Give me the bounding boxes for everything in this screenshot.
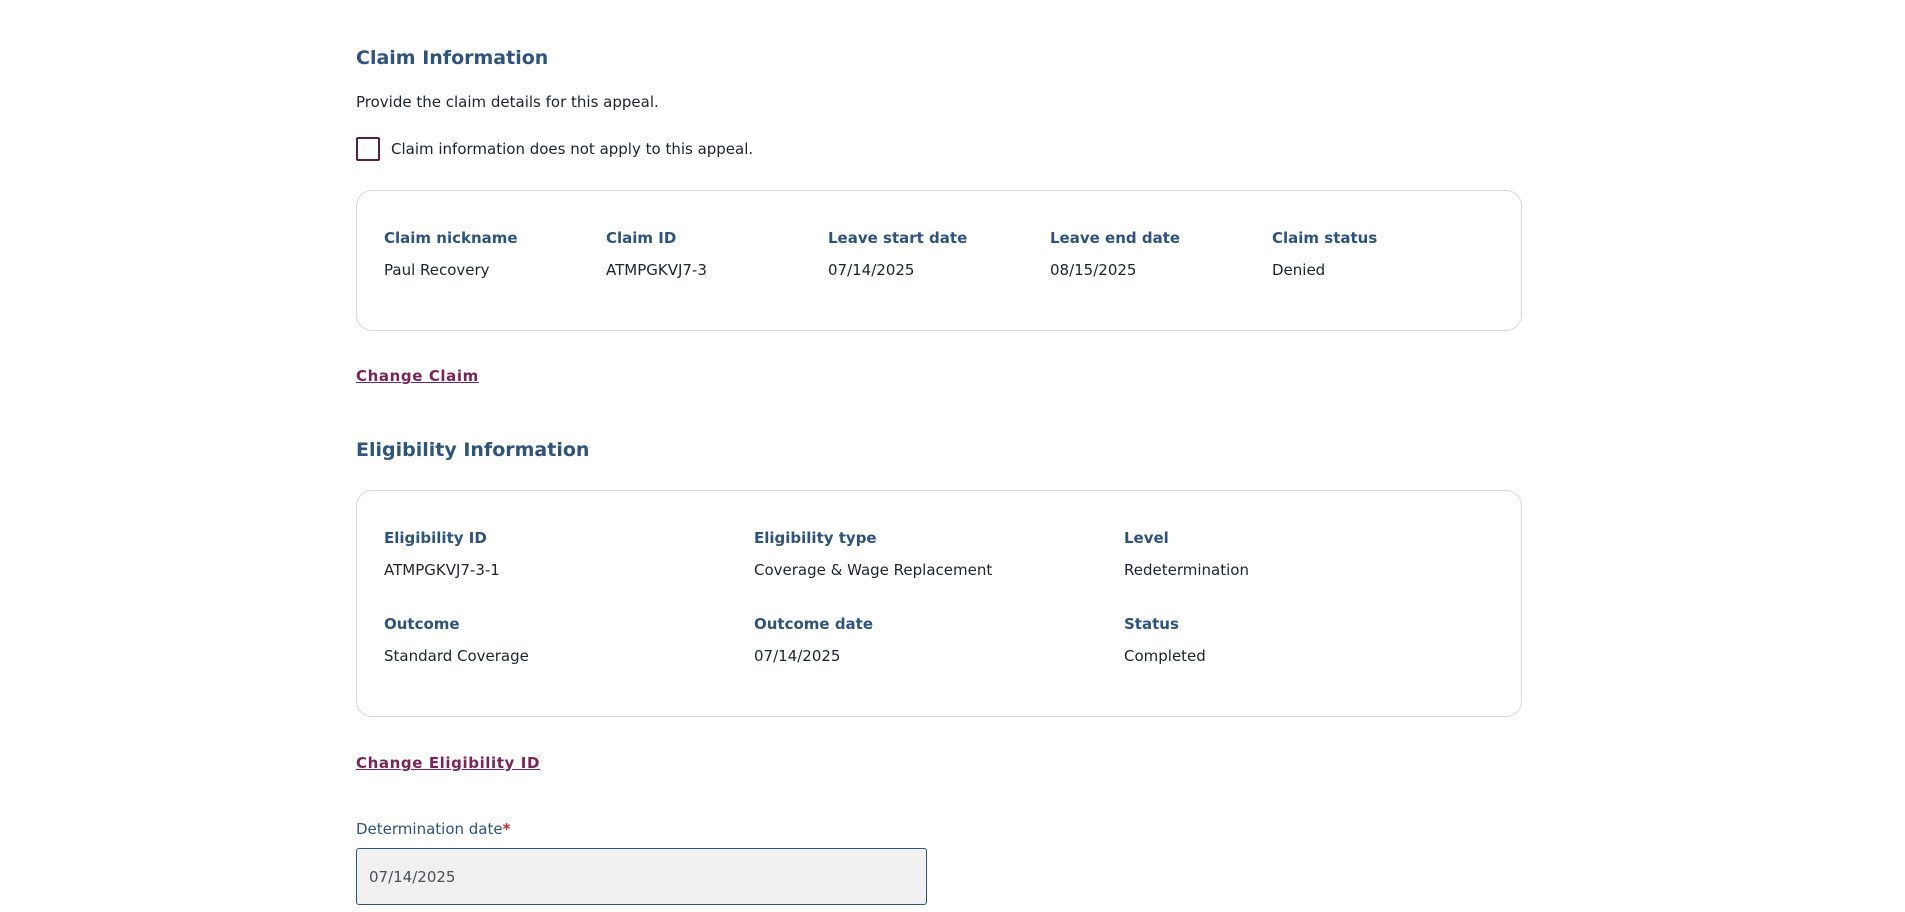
determination-date-label-text: Determination date (356, 820, 503, 838)
eligibility-type-value: Coverage & Wage Replacement (754, 561, 993, 579)
eligibility-id-label: Eligibility ID (384, 529, 487, 547)
leave-end-date-label: Leave end date (1050, 229, 1181, 247)
level-value: Redetermination (1124, 561, 1249, 579)
eligibility-id-value: ATMPGKVJ7-3-1 (384, 561, 500, 579)
outcome-value: Standard Coverage (384, 647, 529, 665)
claim-information-heading: Claim Information (356, 47, 549, 69)
eligibility-type-label: Eligibility type (754, 529, 877, 547)
claim-not-applicable-checkbox[interactable] (356, 137, 380, 161)
outcome-date-field: Outcome date 07/14/2025 (754, 615, 873, 665)
eligibility-details-card: Eligibility ID ATMPGKVJ7-3-1 Eligibility… (356, 490, 1522, 717)
outcome-date-label: Outcome date (754, 615, 874, 633)
claim-not-applicable-label[interactable]: Claim information does not apply to this… (391, 140, 753, 158)
claim-id-label: Claim ID (606, 229, 677, 247)
claim-status-label: Claim status (1272, 229, 1378, 247)
claim-id-value: ATMPGKVJ7-3 (606, 261, 707, 279)
eligibility-id-field: Eligibility ID ATMPGKVJ7-3-1 (384, 529, 500, 579)
level-label: Level (1124, 529, 1169, 547)
required-marker: * (502, 820, 511, 838)
eligibility-type-field: Eligibility type Coverage & Wage Replace… (754, 529, 992, 579)
leave-end-date-value: 08/15/2025 (1050, 261, 1137, 279)
claim-nickname-value: Paul Recovery (384, 261, 490, 279)
claim-nickname-label: Claim nickname (384, 229, 518, 247)
status-value: Completed (1124, 647, 1206, 665)
status-field: Status Completed (1124, 615, 1206, 665)
level-field: Level Redetermination (1124, 529, 1249, 579)
claim-nickname-field: Claim nickname Paul Recovery (384, 229, 518, 279)
determination-date-label: Determination date* (356, 820, 510, 838)
leave-start-date-field: Leave start date 07/14/2025 (828, 229, 967, 279)
leave-start-date-label: Leave start date (828, 229, 968, 247)
outcome-field: Outcome Standard Coverage (384, 615, 529, 665)
change-claim-link[interactable]: Change Claim (356, 367, 479, 385)
determination-date-input[interactable] (356, 848, 927, 905)
claim-intro-text: Provide the claim details for this appea… (356, 93, 659, 111)
claim-id-field: Claim ID ATMPGKVJ7-3 (606, 229, 707, 279)
claim-status-value: Denied (1272, 261, 1326, 279)
claim-not-applicable-row[interactable]: Claim information does not apply to this… (356, 137, 753, 161)
claim-status-field: Claim status Denied (1272, 229, 1377, 279)
eligibility-information-heading: Eligibility Information (356, 439, 590, 461)
change-eligibility-id-link[interactable]: Change Eligibility ID (356, 754, 540, 772)
outcome-date-value: 07/14/2025 (754, 647, 841, 665)
leave-end-date-field: Leave end date 08/15/2025 (1050, 229, 1180, 279)
leave-start-date-value: 07/14/2025 (828, 261, 915, 279)
claim-details-card: Claim nickname Paul Recovery Claim ID AT… (356, 190, 1522, 331)
status-label: Status (1124, 615, 1179, 633)
outcome-label: Outcome (384, 615, 460, 633)
